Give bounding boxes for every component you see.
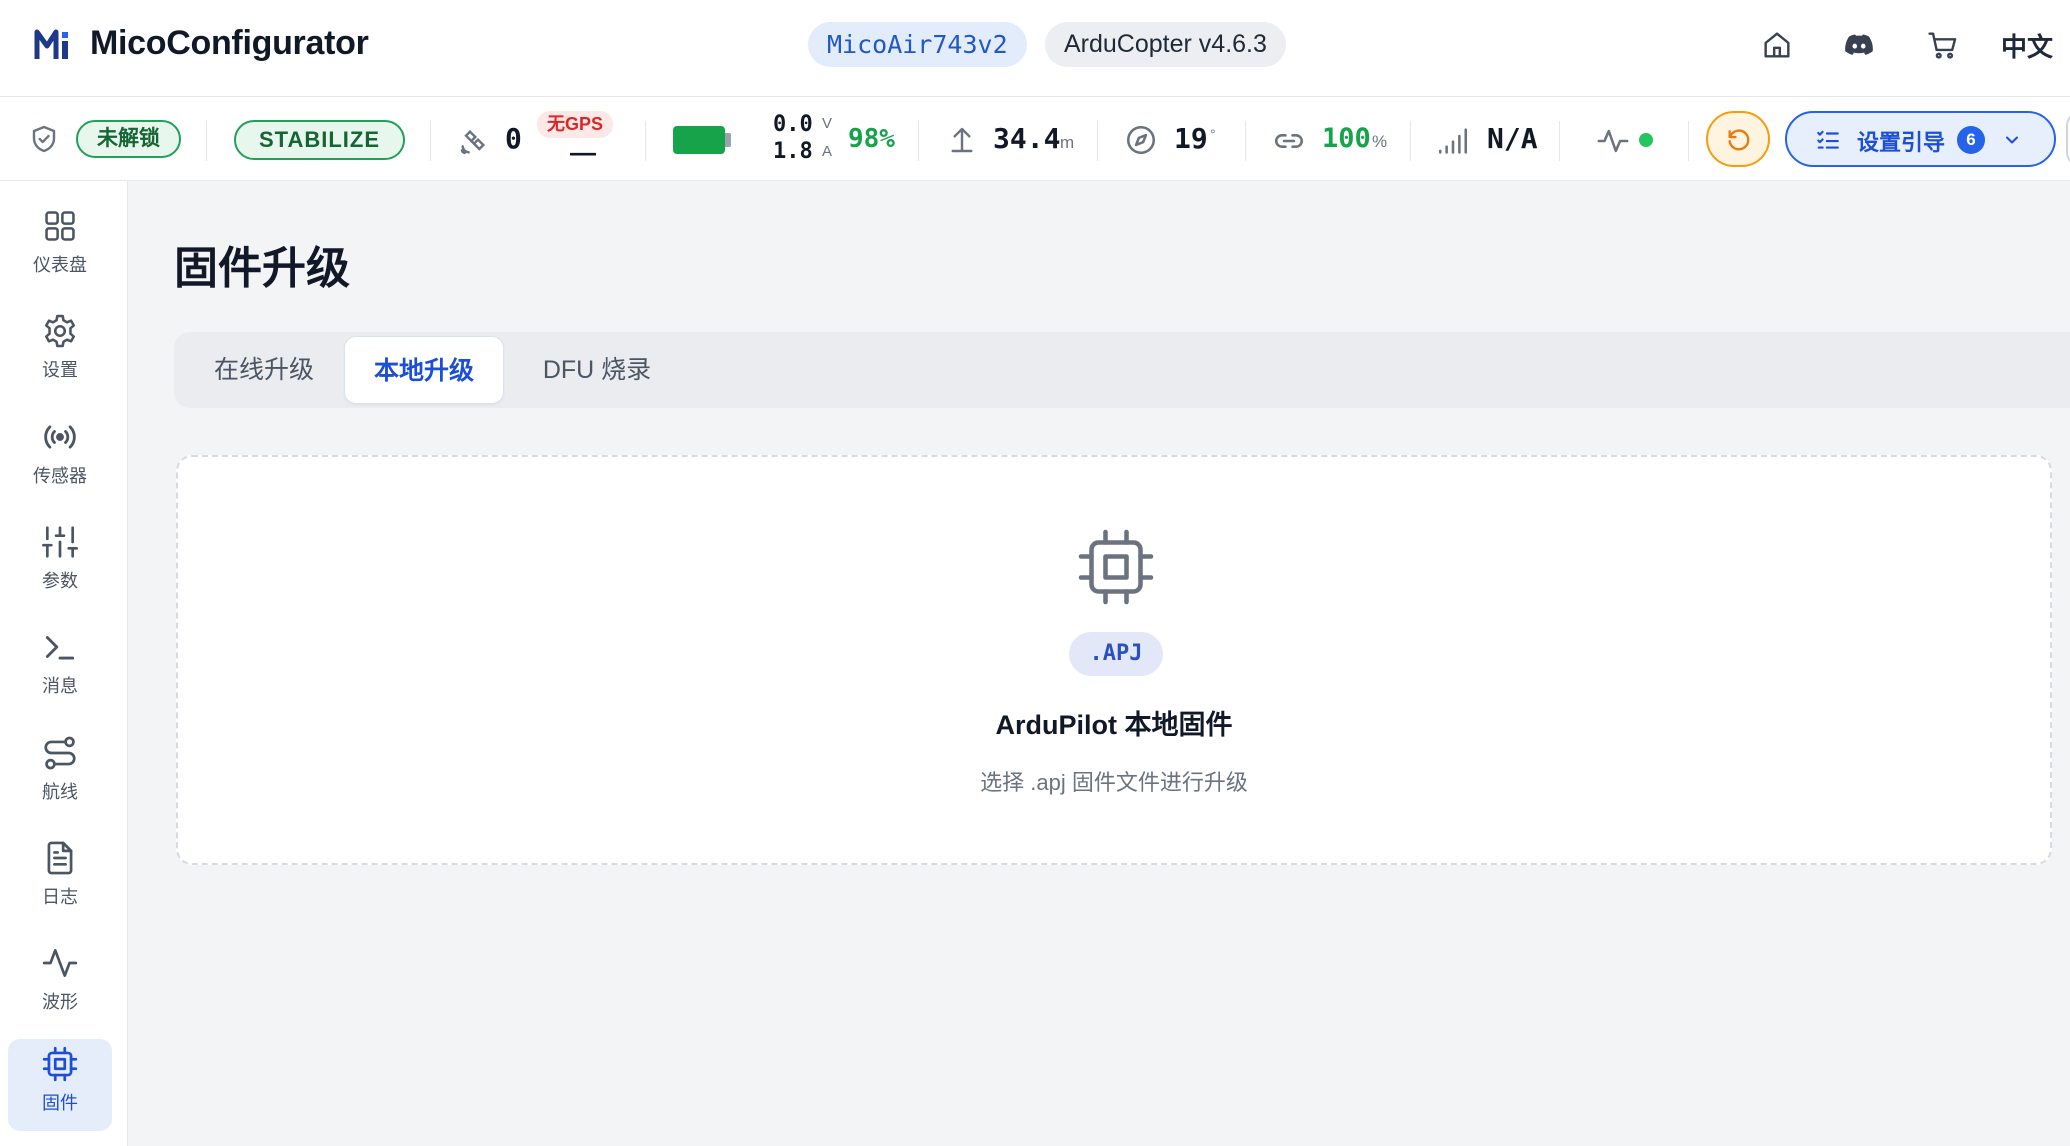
chevron-down-icon [2006,136,2018,144]
gps-status-badge: 无GPS [537,111,614,138]
current-value: 1.8 [773,139,813,164]
sidebar-item-label: 传感器 [33,466,87,486]
terminal-icon [45,636,75,660]
reboot-button[interactable] [1706,111,1770,167]
voltage-value: 0.0 [773,112,813,137]
firmware-version-badge: ArduCopter v4.6.3 [1045,22,1286,67]
signal-bars-icon [1438,128,1468,154]
sidebar-item-label: 固件 [42,1093,78,1113]
sidebar-item-logs[interactable]: 日志 [8,833,112,925]
altitude-unit: m [1060,133,1075,152]
altitude-arrow-icon [951,127,973,153]
sidebar-item-route[interactable]: 航线 [8,728,112,820]
dashboard-grid-icon [45,211,75,241]
top-bar: MicoConfigurator MicoAir743v2 ArduCopter… [0,0,2070,97]
sidebar-item-sensors[interactable]: 传感器 [8,412,112,504]
compass-icon [1126,125,1156,155]
firmware-dropzone[interactable]: .APJ ArduPilot 本地固件 选择 .apj 固件文件进行升级 [176,455,2052,865]
app-title: MicoConfigurator [90,24,369,62]
dropzone-title: ArduPilot 本地固件 [995,710,1233,740]
sidebar-item-label: 日志 [42,887,78,907]
page-title: 固件升级 [174,244,350,293]
sidebar-item-label: 设置 [42,360,78,380]
sidebar-item-parameters[interactable]: 参数 [8,517,112,609]
divider [1410,121,1411,161]
sidebar-item-messages[interactable]: 消息 [8,622,112,714]
divider [918,121,919,161]
satellite-icon [460,129,486,155]
heading-value: 19 [1174,122,1208,155]
link-quality-value: 100 [1322,123,1371,154]
divider [430,121,431,161]
gps-fix-value: — [570,137,596,167]
language-switch[interactable]: 中文 [2001,27,2053,64]
divider [1245,121,1246,161]
checklist-icon [1817,130,1839,149]
divider [1688,121,1689,161]
chip-icon [42,1046,78,1082]
tab-online-upgrade[interactable]: 在线升级 [192,336,336,404]
battery-cap [725,133,731,147]
app-logo-icon [34,29,68,59]
divider [1097,121,1098,161]
current-unit: A [822,143,833,160]
discord-icon[interactable] [1842,28,1876,62]
sidebar-item-firmware[interactable]: 固件 [8,1039,112,1131]
upgrade-tabs: 在线升级 本地升级 DFU 烧录 [174,332,2070,408]
heading-unit: ° [1210,126,1216,142]
file-extension-badge: .APJ [1069,632,1163,676]
tab-dfu-flash[interactable]: DFU 烧录 [512,336,682,404]
altitude-value: 34.4 [993,122,1061,155]
cart-icon[interactable] [1926,28,1960,62]
dropzone-hint: 选择 .apj 固件文件进行升级 [980,770,1248,795]
document-icon [47,841,73,875]
broadcast-icon [44,425,76,449]
chip-icon [1078,529,1154,605]
overflow-button[interactable] [2066,111,2070,167]
battery-icon [673,126,725,154]
status-bar: 未解锁 STABILIZE 0 无GPS — 0.0 V 1.8 A 98% 3… [0,97,2070,181]
board-badge[interactable]: MicoAir743v2 [808,22,1027,67]
sidebar-item-label: 航线 [42,782,78,802]
rssi-value: N/A [1487,122,1538,155]
battery-percent: 98% [848,124,895,154]
sidebar-item-label: 仪表盘 [33,255,87,275]
link-quality-unit: % [1372,132,1388,151]
sidebar-item-label: 参数 [42,571,78,591]
sidebar-item-waveform[interactable]: 波形 [8,938,112,1030]
gear-icon [44,314,76,348]
voltage-unit: V [822,115,833,132]
sidebar-item-label: 波形 [42,992,78,1012]
route-icon [44,736,76,770]
divider [645,121,646,161]
sidebar-item-dashboard[interactable]: 仪表盘 [8,201,112,293]
home-icon[interactable] [1760,28,1794,62]
heartbeat-indicator [1639,133,1653,147]
flight-mode-badge[interactable]: STABILIZE [234,120,405,160]
sidebar: 仪表盘 设置 传感器 参数 消息 航线 日志 波形 固件 [0,181,128,1146]
satellite-count: 0 [505,122,522,155]
shield-check-icon [32,125,56,153]
setup-guide-label: 设置引导 [1857,130,1946,155]
sidebar-item-label: 消息 [42,676,78,696]
arm-state-badge[interactable]: 未解锁 [76,120,181,158]
heartbeat-icon [1597,129,1629,153]
link-icon [1275,134,1303,148]
waveform-icon [42,948,78,978]
sliders-icon [42,526,78,558]
setup-guide-count-badge: 6 [1957,126,1985,154]
sidebar-item-settings[interactable]: 设置 [8,306,112,398]
divider [1559,121,1560,161]
tab-local-upgrade[interactable]: 本地升级 [344,336,504,404]
refresh-icon [1728,129,1750,151]
setup-guide-button[interactable]: 设置引导 6 [1785,111,2056,167]
divider [206,121,207,161]
